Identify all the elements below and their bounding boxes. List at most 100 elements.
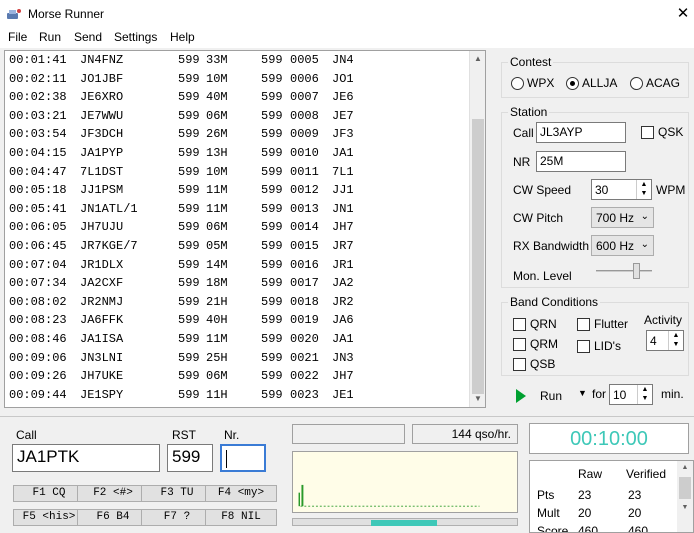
log-cell-pfx: JR7 bbox=[332, 239, 354, 253]
log-cell-nr: 0021 bbox=[290, 350, 319, 365]
qsb-checkbox[interactable]: QSB bbox=[513, 357, 555, 371]
f2-number-button[interactable]: F2 <#> bbox=[77, 485, 149, 502]
contest-radio-wpx[interactable]: WPX bbox=[511, 76, 554, 90]
log-cell-pfx: JR1 bbox=[332, 257, 354, 272]
qrm-checkbox[interactable]: QRM bbox=[513, 337, 558, 351]
contest-radio-allja[interactable]: ALLJA bbox=[566, 76, 617, 90]
log-cell-exch: 06M bbox=[206, 220, 228, 235]
f5-his-button[interactable]: F5 <his> bbox=[13, 509, 85, 526]
nr-input[interactable] bbox=[220, 444, 266, 472]
log-cell-nr: 0008 bbox=[290, 108, 319, 123]
log-cell-time: 00:04:15 bbox=[9, 146, 67, 160]
log-cell-pfx: JR2 bbox=[332, 294, 354, 309]
scroll-up-icon[interactable]: ▲ bbox=[677, 461, 693, 475]
qso-log[interactable]: 00:01:41 JN4FNZ 599 33M 599 0005 JN4 00:02:11 JO… bbox=[4, 50, 486, 408]
menu-run[interactable]: Run bbox=[39, 30, 61, 44]
slider-thumb[interactable] bbox=[633, 263, 640, 279]
close-icon[interactable]: ✕ bbox=[672, 0, 694, 28]
tuning-indicator[interactable] bbox=[371, 520, 437, 526]
log-cell-call: JE1SPY bbox=[80, 387, 124, 402]
log-cell-rst2: 599 bbox=[261, 276, 283, 291]
rst-input[interactable]: 599 bbox=[167, 444, 213, 472]
run-button[interactable]: Run bbox=[512, 386, 572, 406]
scroll-down-icon[interactable]: ▼ bbox=[470, 391, 485, 407]
run-mode-dropdown-icon[interactable]: ▼ bbox=[578, 388, 587, 398]
score-scrollbar[interactable]: ▲ ▼ bbox=[677, 461, 693, 532]
run-minutes-spinner[interactable]: 10 ▲ ▼ bbox=[609, 384, 653, 405]
station-call-label: Call bbox=[513, 126, 534, 140]
band-scope bbox=[292, 451, 518, 513]
log-cell-rst2: 599 bbox=[261, 350, 283, 365]
log-cell-pfx: JH7 bbox=[332, 369, 354, 384]
rx-bandwidth-select[interactable]: 600 Hz ⌄ bbox=[591, 235, 654, 256]
scroll-thumb[interactable] bbox=[472, 119, 484, 394]
menu-send[interactable]: Send bbox=[74, 30, 102, 44]
scroll-thumb[interactable] bbox=[679, 477, 691, 499]
station-call-field[interactable]: JL3AYP bbox=[536, 122, 626, 143]
f7-query-button[interactable]: F7 ? bbox=[141, 509, 213, 526]
log-cell-pfx: JO1 bbox=[332, 71, 354, 86]
log-cell-rst: 599 bbox=[178, 53, 200, 67]
lids-checkbox[interactable]: LID's bbox=[577, 339, 621, 353]
spin-down-icon[interactable]: ▼ bbox=[636, 189, 651, 199]
band-conditions-group: Band Conditions QRN Flutter Activity 4 ▲… bbox=[501, 295, 689, 376]
log-cell-rst2: 599 bbox=[261, 294, 283, 309]
entry-rst-label: RST bbox=[172, 428, 196, 442]
contest-option-label: WPX bbox=[527, 76, 555, 90]
window-title: Morse Runner bbox=[28, 7, 105, 21]
tuning-bar[interactable] bbox=[292, 518, 518, 526]
qrm-label: QRM bbox=[530, 337, 558, 351]
scroll-down-icon[interactable]: ▼ bbox=[677, 501, 693, 515]
call-input[interactable]: JA1PTK bbox=[12, 444, 160, 472]
f8-nil-button[interactable]: F8 NIL bbox=[205, 509, 277, 526]
log-cell-exch: 11M bbox=[206, 183, 228, 198]
log-cell-nr: 0019 bbox=[290, 313, 319, 328]
wpm-label: WPM bbox=[656, 183, 686, 197]
for-label: for bbox=[592, 387, 607, 401]
log-cell-rst: 599 bbox=[178, 294, 200, 309]
score-verified: 460 bbox=[628, 524, 649, 533]
activity-spinner[interactable]: 4 ▲ ▼ bbox=[646, 330, 684, 351]
scroll-up-icon[interactable]: ▲ bbox=[470, 51, 485, 67]
menu-settings[interactable]: Settings bbox=[114, 30, 157, 44]
f4-my-button[interactable]: F4 <my> bbox=[205, 485, 277, 502]
score-header-raw: Raw bbox=[578, 467, 603, 481]
mon-level-slider[interactable] bbox=[596, 263, 652, 279]
cw-speed-spinner[interactable]: 30 ▲ ▼ bbox=[591, 179, 652, 200]
station-nr-field[interactable]: 25M bbox=[536, 151, 626, 172]
station-nr-label: NR bbox=[513, 155, 531, 169]
spin-down-icon[interactable]: ▼ bbox=[637, 394, 652, 404]
contest-radio-acag[interactable]: ACAG bbox=[630, 76, 680, 90]
contest-option-label: ACAG bbox=[646, 76, 681, 90]
log-scrollbar[interactable]: ▲ ▼ bbox=[469, 51, 485, 407]
spin-down-icon[interactable]: ▼ bbox=[668, 340, 683, 350]
score-verified: 20 bbox=[628, 506, 642, 520]
rx-bandwidth-label: RX Bandwidth bbox=[513, 239, 590, 253]
log-cell-rst2: 599 bbox=[261, 239, 283, 253]
contest-group: Contest WPX ALLJA ACAG bbox=[501, 55, 689, 98]
log-cell-nr: 0012 bbox=[290, 183, 319, 198]
log-cell-rst: 599 bbox=[178, 90, 200, 105]
log-cell-exch: 33M bbox=[206, 53, 228, 67]
log-cell-time: 00:07:04 bbox=[9, 257, 67, 272]
log-cell-time: 00:09:44 bbox=[9, 387, 67, 402]
f1-cq-button[interactable]: F1 CQ bbox=[13, 485, 85, 502]
checkbox-icon bbox=[577, 339, 590, 353]
menu-help[interactable]: Help bbox=[170, 30, 195, 44]
qsk-checkbox[interactable]: QSK bbox=[641, 125, 683, 139]
cw-pitch-select[interactable]: 700 Hz ⌄ bbox=[591, 207, 654, 228]
f6-b4-button[interactable]: F6 B4 bbox=[77, 509, 149, 526]
qrn-checkbox[interactable]: QRN bbox=[513, 317, 557, 331]
flutter-checkbox[interactable]: Flutter bbox=[577, 317, 628, 331]
score-row-label: Score bbox=[537, 524, 569, 533]
log-cell-rst2: 599 bbox=[261, 53, 283, 67]
log-cell-rst: 599 bbox=[178, 387, 200, 402]
log-cell-rst2: 599 bbox=[261, 164, 283, 179]
log-cell-pfx: JN4 bbox=[332, 53, 354, 67]
f3-tu-button[interactable]: F3 TU bbox=[141, 485, 213, 502]
log-cell-rst: 599 bbox=[178, 146, 200, 160]
menu-file[interactable]: File bbox=[8, 30, 27, 44]
log-cell-exch: 18M bbox=[206, 276, 228, 291]
log-cell-nr: 0006 bbox=[290, 71, 319, 86]
cw-pitch-value: 700 Hz bbox=[596, 211, 635, 225]
